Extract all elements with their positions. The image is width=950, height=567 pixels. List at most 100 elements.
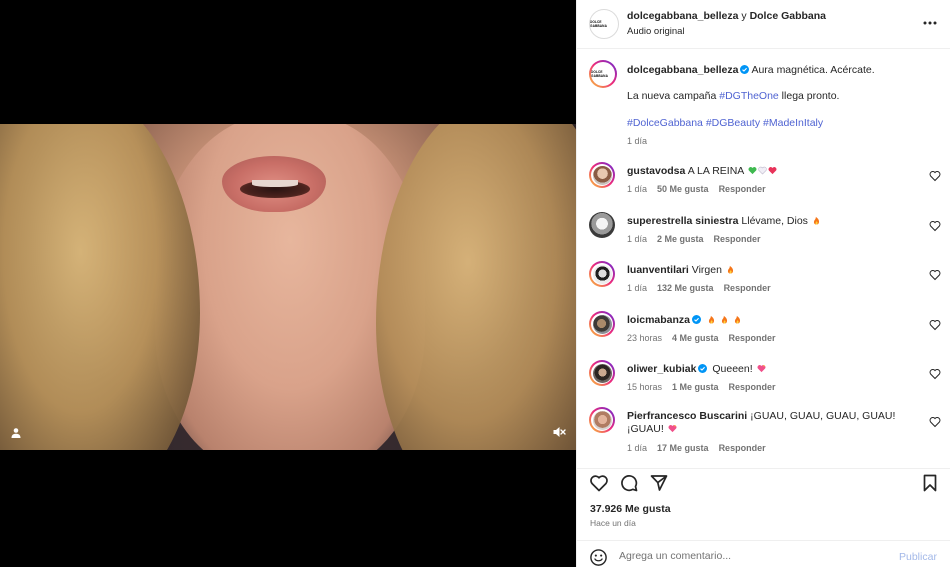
user-tag-icon[interactable]	[7, 424, 25, 442]
comment-composer: Publicar	[577, 540, 950, 567]
comment-text-line: superestrella siniestra Llévame, Dios	[627, 215, 917, 228]
send-icon[interactable]	[649, 473, 669, 493]
heart-icon[interactable]	[929, 269, 941, 281]
caption-line-2: La nueva campaña #DGTheOne llega pronto.	[627, 90, 839, 102]
post-timestamp[interactable]: Hace un día	[590, 518, 636, 528]
comment-likes[interactable]: 1 Me gusta	[672, 382, 719, 392]
hashtag-link[interactable]: #DolceGabbana	[627, 117, 703, 129]
caption-line-1: dolcegabbana_belleza Aura magnética. Acér…	[627, 64, 937, 77]
fire-icon	[813, 216, 819, 225]
bookmark-icon[interactable]	[920, 473, 940, 493]
action-bar	[577, 468, 950, 496]
comment-likes[interactable]: 50 Me gusta	[657, 184, 709, 194]
green-heart-icon	[748, 167, 757, 175]
commenter-username[interactable]: gustavodsa	[627, 165, 685, 177]
caption-timestamp[interactable]: 1 día	[627, 136, 647, 146]
commenter-avatar[interactable]	[589, 162, 615, 188]
commenter-username[interactable]: loicmabanza	[627, 314, 690, 326]
comment-likes[interactable]: 2 Me gusta	[657, 234, 704, 244]
comment-body: Virgen	[691, 264, 722, 276]
account-avatar[interactable]: DOLCE GABBANA	[589, 9, 619, 39]
heart-icon[interactable]	[929, 220, 941, 232]
commenter-avatar[interactable]	[589, 261, 615, 287]
header-coauthor-link[interactable]: Dolce Gabbana	[750, 10, 826, 22]
comment-meta: 23 horas 4 Me gusta Responder	[627, 333, 776, 343]
comment-time[interactable]: 1 día	[627, 234, 647, 244]
publish-button[interactable]: Publicar	[899, 551, 937, 563]
comment-likes[interactable]: 17 Me gusta	[657, 443, 709, 453]
comment-icon[interactable]	[619, 473, 639, 493]
more-horizontal-icon[interactable]	[921, 14, 939, 32]
comment-time[interactable]: 23 horas	[627, 333, 662, 343]
post-header: DOLCE GABBANA dolcegabbana_belleza y Dol…	[577, 0, 950, 49]
verified-badge-icon	[740, 65, 750, 74]
commenter-username[interactable]: oliwer_kubiak	[627, 363, 696, 375]
comment-body: Llévame, Dios	[741, 215, 808, 227]
media-panel	[0, 0, 576, 567]
brand-logo-text: DOLCE GABBANA	[590, 20, 607, 28]
commenter-username[interactable]: superestrella siniestra	[627, 215, 738, 227]
comment-meta: 1 día 132 Me gusta Responder	[627, 283, 771, 293]
comment-time[interactable]: 1 día	[627, 283, 647, 293]
hashtag-link[interactable]: #DGTheOne	[719, 90, 779, 102]
hashtag-link[interactable]: #MadeInItaly	[763, 117, 823, 129]
smile-icon[interactable]	[589, 548, 608, 567]
commenter-avatar[interactable]	[589, 407, 615, 433]
comment-item: gustavodsa A LA REINA 1 día 50 Me gusta Re…	[577, 160, 950, 208]
commenter-username[interactable]: Pierfrancesco Buscarini	[627, 410, 747, 422]
video-player[interactable]	[0, 124, 576, 450]
comment-meta: 1 día 17 Me gusta Responder	[627, 443, 766, 453]
comment-input[interactable]	[619, 550, 859, 562]
comment-time[interactable]: 1 día	[627, 184, 647, 194]
audio-link[interactable]: Audio original	[627, 26, 685, 37]
sparkling-heart-icon	[668, 425, 677, 433]
commenter-avatar[interactable]	[589, 360, 615, 386]
verified-badge-icon	[698, 364, 708, 373]
video-teeth	[252, 180, 298, 187]
fire-icon	[721, 315, 727, 324]
caption-line2-post: llega pronto.	[778, 90, 840, 102]
verified-badge-icon	[692, 315, 702, 324]
commenter-avatar[interactable]	[589, 311, 615, 337]
commenter-avatar[interactable]	[589, 212, 615, 238]
video-hair-right	[376, 124, 576, 450]
red-heart-icon	[768, 167, 777, 175]
reply-button[interactable]: Responder	[729, 333, 776, 343]
comment-likes[interactable]: 132 Me gusta	[657, 283, 714, 293]
caption-username[interactable]: dolcegabbana_belleza	[627, 64, 738, 76]
caption-avatar[interactable]: DOLCE GABBANA	[589, 60, 617, 88]
commenter-username[interactable]: luanventilari	[627, 264, 689, 276]
comment-item: luanventilari Virgen 1 día 132 Me gusta Re…	[577, 259, 950, 307]
comment-time[interactable]: 15 horas	[627, 382, 662, 392]
header-account-link[interactable]: dolcegabbana_belleza	[627, 10, 738, 22]
comment-meta: 1 día 50 Me gusta Responder	[627, 184, 766, 194]
comment-meta: 1 día 2 Me gusta Responder	[627, 234, 761, 244]
comment-text-line: gustavodsa A LA REINA	[627, 165, 917, 178]
post-panel: DOLCE GABBANA dolcegabbana_belleza y Dol…	[576, 0, 950, 567]
comment-body: A LA REINA	[687, 165, 744, 177]
caption-line2-pre: La nueva campaña	[627, 90, 720, 102]
heart-icon[interactable]	[929, 368, 941, 380]
reply-button[interactable]: Responder	[714, 234, 761, 244]
speaker-muted-icon[interactable]	[549, 422, 569, 442]
likes-count[interactable]: 37.926 Me gusta	[590, 503, 671, 515]
reply-button[interactable]: Responder	[719, 443, 766, 453]
heart-icon[interactable]	[929, 170, 941, 182]
heart-icon[interactable]	[929, 319, 941, 331]
comment-meta: 15 horas 1 Me gusta Responder	[627, 382, 776, 392]
hashtag-link[interactable]: #DGBeauty	[706, 117, 760, 129]
comment-item: loicmabanza 23 horas 4 Me gusta Responder	[577, 309, 950, 357]
reply-button[interactable]: Responder	[729, 382, 776, 392]
fire-icon	[734, 315, 740, 324]
heart-icon[interactable]	[589, 473, 609, 493]
sparkling-heart-icon	[757, 365, 766, 373]
comment-text-line: oliwer_kubiak Queeen!	[627, 363, 917, 376]
fire-icon	[708, 315, 715, 324]
video-hair-left	[0, 124, 200, 450]
comment-item: oliwer_kubiak Queeen! 15 horas 1 Me gusta…	[577, 358, 950, 406]
reply-button[interactable]: Responder	[724, 283, 771, 293]
heart-icon[interactable]	[929, 416, 941, 428]
reply-button[interactable]: Responder	[719, 184, 766, 194]
comment-likes[interactable]: 4 Me gusta	[672, 333, 719, 343]
comment-time[interactable]: 1 día	[627, 443, 647, 453]
